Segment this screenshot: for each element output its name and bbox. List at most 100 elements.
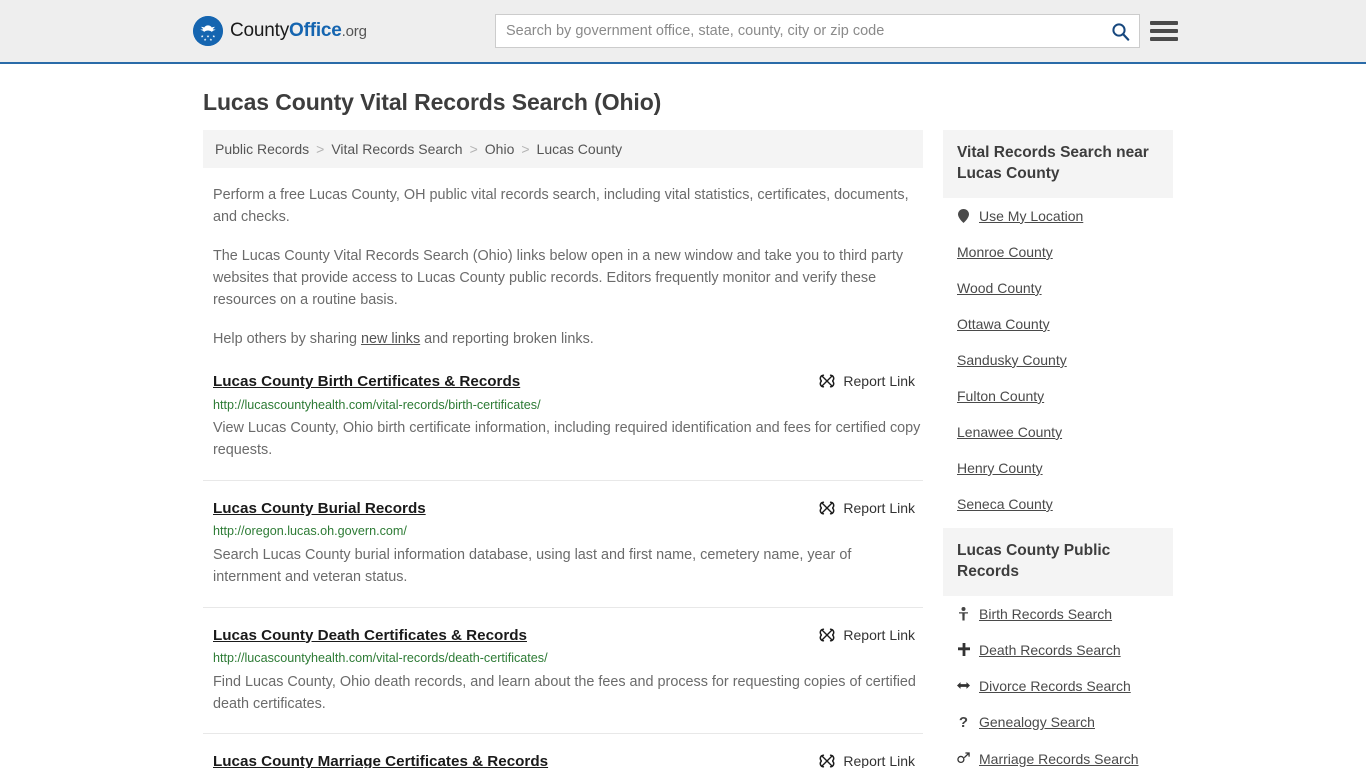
report-link-label: Report Link <box>843 499 915 516</box>
sidebar-public-records-list: Birth Records Search Death Records Searc… <box>943 596 1173 768</box>
breadcrumb-item-public-records[interactable]: Public Records <box>215 141 309 157</box>
sidebar-heading-public-records: Lucas County Public Records <box>943 527 1173 596</box>
result-title-link[interactable]: Lucas County Birth Certificates & Record… <box>213 372 520 392</box>
intro-text-before: Help others by sharing <box>213 330 361 347</box>
breadcrumb: Public Records > Vital Records Search > … <box>203 130 923 168</box>
breadcrumb-separator: > <box>521 141 530 157</box>
report-link-button[interactable]: Report Link <box>819 753 915 768</box>
sidebar: Vital Records Search near Lucas County U… <box>943 130 1173 768</box>
breadcrumb-item-vital-records-search[interactable]: Vital Records Search <box>331 141 462 157</box>
result-header: Lucas County Birth Certificates & Record… <box>213 372 923 392</box>
site-logo[interactable]: CountyOffice.org <box>193 16 367 46</box>
breadcrumb-item-lucas-county[interactable]: Lucas County <box>537 141 623 157</box>
result-title-link[interactable]: Lucas County Burial Records <box>213 499 426 519</box>
sidebar-item-fulton-county[interactable]: Fulton County <box>943 378 1173 414</box>
sidebar-link[interactable]: Divorce Records Search <box>979 678 1131 694</box>
page-title: Lucas County Vital Records Search (Ohio) <box>203 89 662 115</box>
map-pin-icon <box>957 208 970 223</box>
brand-strong: Office <box>289 20 342 41</box>
search-icon <box>1111 22 1129 41</box>
content-container: Lucas County Vital Records Search (Ohio)… <box>193 89 1173 768</box>
hamburger-menu-button[interactable] <box>1150 19 1178 43</box>
venus-mars-icon <box>957 752 970 765</box>
intro-paragraph-3: Help others by sharing new links and rep… <box>213 328 923 350</box>
result-title-link[interactable]: Lucas County Marriage Certificates & Rec… <box>213 752 548 768</box>
results-list: Lucas County Birth Certificates & Record… <box>203 372 923 768</box>
sidebar-item-death-records-search[interactable]: Death Records Search <box>943 632 1173 668</box>
sidebar-item-ottawa-county[interactable]: Ottawa County <box>943 306 1173 342</box>
left-right-arrow-icon <box>957 680 970 691</box>
sidebar-link[interactable]: Lenawee County <box>957 424 1062 440</box>
sidebar-link[interactable]: Monroe County <box>957 244 1053 260</box>
breadcrumb-separator: > <box>469 141 478 157</box>
baby-icon <box>957 606 970 621</box>
result-item: Lucas County Birth Certificates & Record… <box>203 372 923 481</box>
sidebar-link[interactable]: Marriage Records Search <box>979 751 1139 767</box>
brand-first: County <box>230 20 290 41</box>
brand-tld: .org <box>341 23 367 40</box>
report-link-label: Report Link <box>843 372 915 389</box>
sidebar-item-divorce-records-search[interactable]: Divorce Records Search <box>943 668 1173 704</box>
sidebar-item-birth-records-search[interactable]: Birth Records Search <box>943 596 1173 632</box>
result-item: Lucas County Burial Records Report Link <box>203 499 923 608</box>
breadcrumb-separator: > <box>316 141 325 157</box>
search-input[interactable] <box>496 15 1101 47</box>
sidebar-item-sandusky-county[interactable]: Sandusky County <box>943 342 1173 378</box>
sidebar-item-wood-county[interactable]: Wood County <box>943 270 1173 306</box>
sidebar-link[interactable]: Wood County <box>957 280 1042 296</box>
broken-link-icon <box>820 501 835 515</box>
broken-link-icon <box>820 754 835 768</box>
search-bar[interactable] <box>495 14 1140 48</box>
result-header: Lucas County Marriage Certificates & Rec… <box>213 752 923 768</box>
cross-icon <box>957 643 970 657</box>
sidebar-nearby-list: Use My Location Monroe County Wood Count… <box>943 198 1173 522</box>
sidebar-link[interactable]: Henry County <box>957 460 1043 476</box>
result-description: Find Lucas County, Ohio death records, a… <box>213 673 916 712</box>
sidebar-item-marriage-records-search[interactable]: Marriage Records Search <box>943 741 1173 768</box>
result-header: Lucas County Death Certificates & Record… <box>213 626 923 646</box>
sidebar-item-monroe-county[interactable]: Monroe County <box>943 234 1173 270</box>
sidebar-link[interactable]: Genealogy Search <box>979 714 1095 730</box>
two-column-layout: Public Records > Vital Records Search > … <box>193 130 1173 768</box>
hamburger-line-2 <box>1150 29 1178 33</box>
sidebar-link[interactable]: Death Records Search <box>979 642 1121 658</box>
hamburger-line-1 <box>1150 21 1178 25</box>
sidebar-link[interactable]: Sandusky County <box>957 352 1067 368</box>
sidebar-link[interactable]: Birth Records Search <box>979 606 1112 622</box>
eagle-seal-icon <box>193 16 223 46</box>
breadcrumb-item-ohio[interactable]: Ohio <box>485 141 515 157</box>
sidebar-link[interactable]: Seneca County <box>957 496 1053 512</box>
result-description: Search Lucas County burial information d… <box>213 546 852 586</box>
result-title-link[interactable]: Lucas County Death Certificates & Record… <box>213 626 527 646</box>
page-body: Lucas County Vital Records Search (Ohio)… <box>0 89 1366 768</box>
intro-section: Perform a free Lucas County, OH public v… <box>203 184 923 350</box>
main-column: Public Records > Vital Records Search > … <box>203 130 923 768</box>
sidebar-item-use-my-location[interactable]: Use My Location <box>943 198 1173 234</box>
sidebar-item-seneca-county[interactable]: Seneca County <box>943 486 1173 522</box>
broken-link-icon <box>820 374 835 388</box>
site-header: CountyOffice.org <box>0 0 1366 64</box>
report-link-button[interactable]: Report Link <box>819 373 915 389</box>
report-link-button[interactable]: Report Link <box>819 627 915 643</box>
sidebar-item-lenawee-county[interactable]: Lenawee County <box>943 414 1173 450</box>
sidebar-link[interactable]: Ottawa County <box>957 316 1050 332</box>
sidebar-item-genealogy-search[interactable]: ? Genealogy Search <box>943 704 1173 741</box>
result-url: http://lucascountyhealth.com/vital-recor… <box>213 651 548 666</box>
search-button[interactable] <box>1101 15 1139 47</box>
sidebar-item-henry-county[interactable]: Henry County <box>943 450 1173 486</box>
intro-paragraph-2: The Lucas County Vital Records Search (O… <box>213 247 904 309</box>
report-link-label: Report Link <box>843 753 915 768</box>
report-link-button[interactable]: Report Link <box>819 500 915 516</box>
sidebar-link[interactable]: Use My Location <box>979 208 1083 224</box>
result-item: Lucas County Marriage Certificates & Rec… <box>203 752 923 768</box>
site-logo-text: CountyOffice.org <box>230 20 367 42</box>
sidebar-heading-nearby: Vital Records Search near Lucas County <box>943 130 1173 198</box>
report-link-label: Report Link <box>843 626 915 643</box>
sidebar-link[interactable]: Fulton County <box>957 388 1044 404</box>
result-url: http://lucascountyhealth.com/vital-recor… <box>213 397 541 412</box>
result-item: Lucas County Death Certificates & Record… <box>203 626 923 735</box>
new-links-link[interactable]: new links <box>361 331 420 347</box>
intro-paragraph-1: Perform a free Lucas County, OH public v… <box>213 187 909 226</box>
result-url: http://oregon.lucas.oh.govern.com/ <box>213 524 407 539</box>
question-mark-icon: ? <box>958 713 969 731</box>
